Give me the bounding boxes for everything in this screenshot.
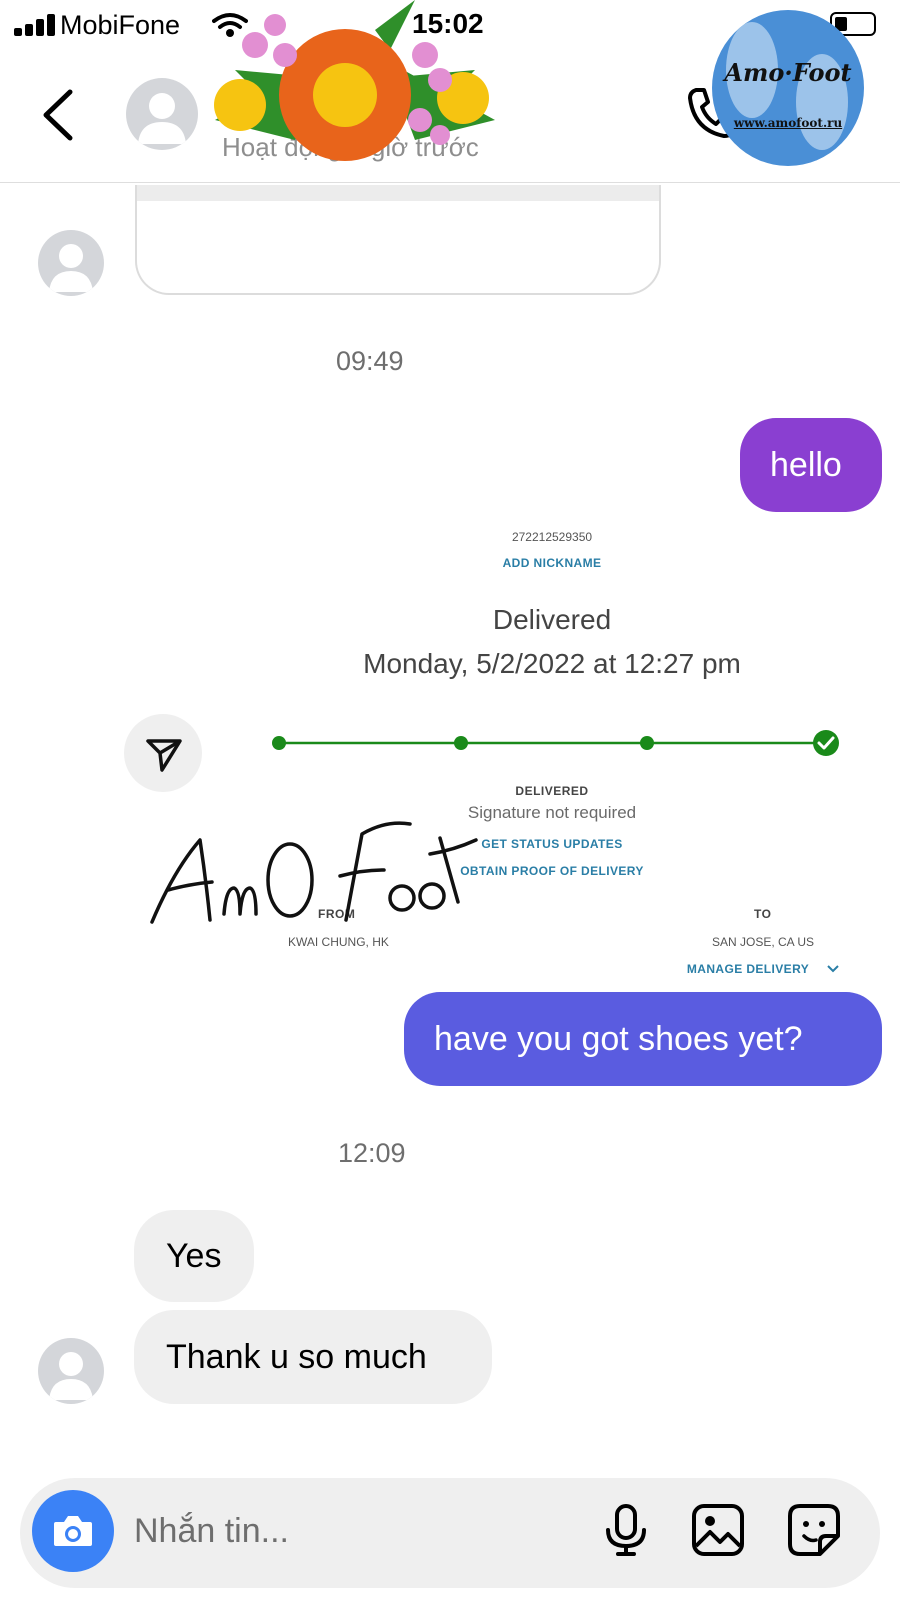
back-chevron-icon[interactable] — [38, 88, 78, 142]
message-timestamp: 09:49 — [336, 346, 404, 376]
message-bubble-outgoing[interactable]: have you got shoes yet? — [404, 992, 882, 1086]
to-label: TO — [754, 907, 772, 921]
user-placeholder-icon — [49, 244, 93, 292]
signature-watermark — [150, 821, 478, 924]
message-input[interactable] — [134, 1508, 574, 1554]
camera-icon — [54, 1516, 92, 1546]
shared-post-card-top — [137, 185, 659, 201]
message-timestamp: 12:09 — [338, 1138, 406, 1168]
progress-step-2 — [454, 736, 468, 750]
sticker-icon[interactable] — [786, 1502, 842, 1558]
logo-text: Amo·Foot — [724, 58, 852, 87]
message-text: have you got shoes yet? — [434, 1019, 803, 1058]
tracking-number: 272212529350 — [511, 530, 593, 544]
share-button[interactable] — [124, 714, 202, 792]
message-text: hello — [770, 445, 842, 484]
shared-post-card[interactable] — [135, 185, 661, 295]
chevron-down-icon — [827, 965, 839, 973]
message-text: Yes — [166, 1236, 222, 1275]
logo-footprint-icon — [726, 22, 848, 150]
contact-avatar[interactable] — [38, 1338, 104, 1404]
amofoot-logo: Amo·Foot www.amofoot.ru — [712, 10, 864, 166]
camera-button[interactable] — [32, 1490, 114, 1572]
signal-icon — [14, 14, 58, 36]
message-text: Thank u so much — [166, 1337, 427, 1376]
microphone-icon[interactable] — [598, 1502, 654, 1558]
delivery-status: Delivered — [492, 604, 612, 635]
progress-step-delivered — [813, 730, 839, 756]
message-bubble-incoming[interactable]: Thank u so much — [134, 1310, 492, 1404]
gallery-icon[interactable] — [690, 1502, 746, 1558]
contact-avatar[interactable] — [38, 230, 104, 296]
progress-status-label: DELIVERED — [515, 784, 589, 798]
carrier-name: MobiFone — [60, 10, 181, 40]
delivery-date: Monday, 5/2/2022 at 12:27 pm — [363, 648, 741, 679]
add-nickname-link: ADD NICKNAME — [502, 556, 602, 570]
to-value: SAN JOSE, CA US — [712, 935, 815, 949]
delivery-progress-bar — [272, 730, 839, 756]
logo-url: www.amofoot.ru — [733, 116, 843, 130]
progress-step-3 — [640, 736, 654, 750]
send-icon — [146, 739, 182, 772]
progress-step-1 — [272, 736, 286, 750]
flower-decoration-icon — [214, 0, 495, 161]
message-bubble-outgoing[interactable]: hello — [740, 418, 882, 512]
user-placeholder-icon — [49, 1352, 93, 1400]
manage-delivery-link: MANAGE DELIVERY — [686, 962, 810, 976]
message-bubble-incoming[interactable]: Yes — [134, 1210, 254, 1302]
